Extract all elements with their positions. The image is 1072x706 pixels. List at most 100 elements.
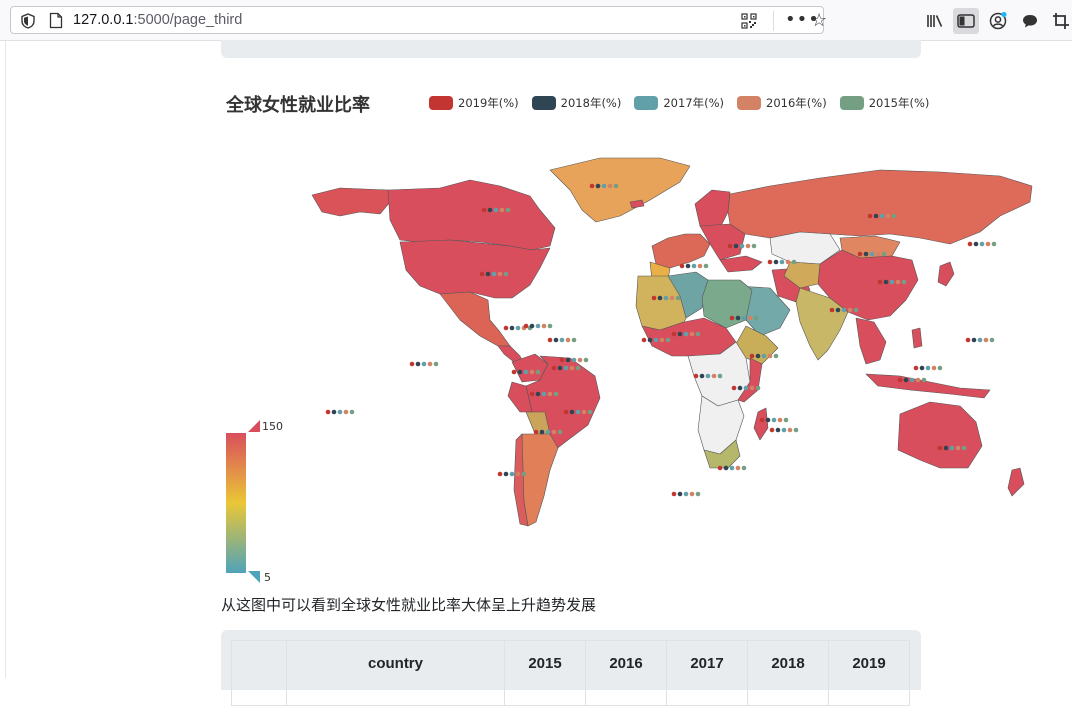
scatter-dot[interactable] xyxy=(653,337,659,343)
scatter-dot[interactable] xyxy=(337,409,343,415)
scatter-dot[interactable] xyxy=(433,361,439,367)
scatter-dot[interactable] xyxy=(503,325,509,331)
scatter-dot[interactable] xyxy=(703,263,709,269)
scatter-dot[interactable] xyxy=(691,263,697,269)
scatter-dot[interactable] xyxy=(785,259,791,265)
scatter-dot[interactable] xyxy=(565,337,571,343)
scatter-dot[interactable] xyxy=(777,417,783,423)
scatter-dot[interactable] xyxy=(683,491,689,497)
scatter-dot[interactable] xyxy=(901,279,907,285)
scatter-dot[interactable] xyxy=(881,251,887,257)
scatter-dot[interactable] xyxy=(669,295,675,301)
crop-icon[interactable] xyxy=(1050,10,1072,32)
scatter-dot[interactable] xyxy=(711,373,717,379)
scatter-dot[interactable] xyxy=(769,427,775,433)
library-icon[interactable] xyxy=(924,10,946,32)
scatter-dot[interactable] xyxy=(541,391,547,397)
scatter-dot[interactable] xyxy=(677,491,683,497)
scatter-dot[interactable] xyxy=(481,207,487,213)
scatter-dot[interactable] xyxy=(517,369,523,375)
scatter-dot[interactable] xyxy=(925,365,931,371)
scatter-dot[interactable] xyxy=(931,365,937,371)
scatter-dot[interactable] xyxy=(937,365,943,371)
scatter-dot[interactable] xyxy=(791,259,797,265)
scatter-dot[interactable] xyxy=(607,183,613,189)
scatter-dot[interactable] xyxy=(563,365,569,371)
scatter-dot[interactable] xyxy=(677,331,683,337)
scatter-dot[interactable] xyxy=(937,445,943,451)
scatter-dot[interactable] xyxy=(511,369,517,375)
scatter-dot[interactable] xyxy=(523,369,529,375)
scatter-dot[interactable] xyxy=(765,417,771,423)
scatter-dot[interactable] xyxy=(515,325,521,331)
legend-item-2018[interactable]: 2018年(%) xyxy=(531,95,621,111)
legend-item-2015[interactable]: 2015年(%) xyxy=(839,95,929,111)
scatter-dot[interactable] xyxy=(737,385,743,391)
scatter-dot[interactable] xyxy=(735,315,741,321)
scatter-dot[interactable] xyxy=(665,337,671,343)
scatter-dot[interactable] xyxy=(529,323,535,329)
scatter-dot[interactable] xyxy=(913,365,919,371)
scatter-dot[interactable] xyxy=(569,409,575,415)
scatter-dot[interactable] xyxy=(569,365,575,371)
scatter-dot[interactable] xyxy=(989,337,995,343)
scatter-dot[interactable] xyxy=(745,243,751,249)
scatter-dot[interactable] xyxy=(535,391,541,397)
shield-icon[interactable] xyxy=(21,13,35,29)
scatter-dot[interactable] xyxy=(343,409,349,415)
scatter-dot[interactable] xyxy=(685,263,691,269)
scatter-dot[interactable] xyxy=(657,295,663,301)
scatter-dot[interactable] xyxy=(755,385,761,391)
scatter-dot[interactable] xyxy=(735,465,741,471)
scatter-dot[interactable] xyxy=(695,491,701,497)
scatter-dot[interactable] xyxy=(523,323,529,329)
scatter-dot[interactable] xyxy=(909,377,915,383)
scatter-dot[interactable] xyxy=(689,331,695,337)
scatter-dot[interactable] xyxy=(705,373,711,379)
page-icon[interactable] xyxy=(49,12,63,29)
scatter-dot[interactable] xyxy=(565,357,571,363)
scatter-dot[interactable] xyxy=(679,263,685,269)
scatter-dot[interactable] xyxy=(581,409,587,415)
scatter-dot[interactable] xyxy=(533,429,539,435)
scatter-dot[interactable] xyxy=(729,315,735,321)
scatter-dot[interactable] xyxy=(559,357,565,363)
scatter-dot[interactable] xyxy=(583,357,589,363)
scatter-dot[interactable] xyxy=(675,295,681,301)
scatter-dot[interactable] xyxy=(747,315,753,321)
scatter-dot[interactable] xyxy=(663,295,669,301)
scatter-dot[interactable] xyxy=(717,373,723,379)
scatter-dot[interactable] xyxy=(829,307,835,313)
scatter-dot[interactable] xyxy=(541,323,547,329)
scatter-dot[interactable] xyxy=(979,241,985,247)
scatter-dot[interactable] xyxy=(891,213,897,219)
scatter-dot[interactable] xyxy=(547,391,553,397)
scatter-dot[interactable] xyxy=(773,353,779,359)
scatter-dot[interactable] xyxy=(693,373,699,379)
scatter-dot[interactable] xyxy=(967,241,973,247)
scatter-dot[interactable] xyxy=(949,445,955,451)
scatter-dot[interactable] xyxy=(787,427,793,433)
scatter-dot[interactable] xyxy=(497,271,503,277)
scatter-dot[interactable] xyxy=(529,391,535,397)
scatter-dot[interactable] xyxy=(751,243,757,249)
scatter-dot[interactable] xyxy=(571,337,577,343)
scatter-dot[interactable] xyxy=(545,429,551,435)
qr-code-icon[interactable] xyxy=(741,13,757,29)
scatter-dot[interactable] xyxy=(547,337,553,343)
scatter-dot[interactable] xyxy=(547,323,553,329)
sidebar-toggle-icon[interactable] xyxy=(953,8,979,34)
scatter-dot[interactable] xyxy=(761,353,767,359)
scatter-dot[interactable] xyxy=(671,491,677,497)
scatter-dot[interactable] xyxy=(873,213,879,219)
scatter-dot[interactable] xyxy=(671,331,677,337)
scatter-dot[interactable] xyxy=(863,251,869,257)
scatter-dot[interactable] xyxy=(563,409,569,415)
scatter-dot[interactable] xyxy=(889,279,895,285)
scatter-dot[interactable] xyxy=(943,445,949,451)
scatter-dot[interactable] xyxy=(877,279,883,285)
scatter-dot[interactable] xyxy=(741,315,747,321)
scatter-dot[interactable] xyxy=(729,465,735,471)
scatter-dot[interactable] xyxy=(493,207,499,213)
scatter-dot[interactable] xyxy=(601,183,607,189)
